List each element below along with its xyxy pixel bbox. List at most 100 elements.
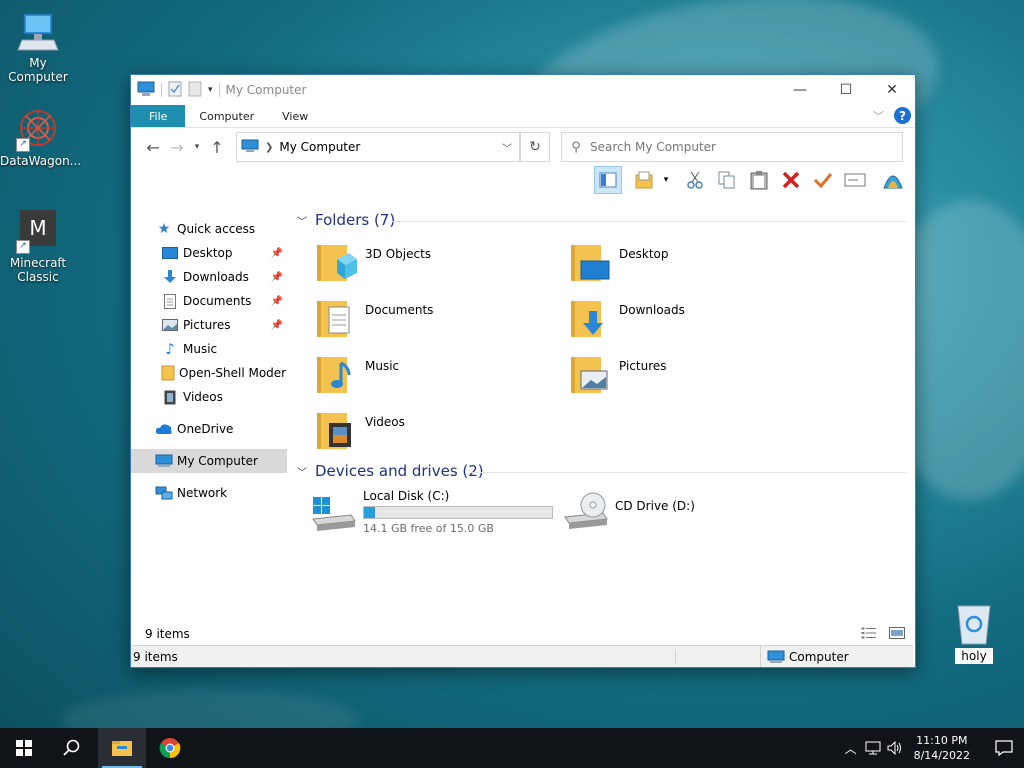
tiles-view-icon — [889, 627, 905, 639]
separator — [161, 83, 162, 97]
folder-name: 3D Objects — [365, 247, 432, 261]
cd-drive-icon — [563, 489, 609, 531]
nav-music[interactable]: ♪ Music — [131, 337, 287, 361]
address-bar[interactable]: ❯ My Computer ﹀ — [236, 132, 520, 162]
drive-info: Local Disk (C:) 14.1 GB free of 15.0 GB — [363, 489, 553, 535]
desktop-icon-my-computer[interactable]: My Computer — [0, 10, 76, 84]
expand-ribbon-icon[interactable]: ﹀ — [873, 108, 884, 124]
folder-downloads[interactable]: Downloads — [569, 297, 685, 339]
pin-icon[interactable]: 📌 — [271, 248, 283, 259]
tab-file[interactable]: File — [131, 105, 186, 127]
customize-qat-icon[interactable]: ▾ — [208, 85, 213, 95]
desktop-icon-minecraft[interactable]: M ↗ Minecraft Classic — [0, 210, 76, 284]
open-button[interactable] — [631, 166, 659, 194]
downloads-folder-icon — [569, 297, 611, 339]
minecraft-icon: M ↗ — [16, 210, 60, 254]
shortcut-arrow-icon: ↗ — [16, 240, 30, 254]
nav-onedrive[interactable]: OneDrive — [131, 417, 287, 441]
maximize-button[interactable]: ☐ — [823, 75, 869, 105]
nav-quick-access[interactable]: ★ Quick access — [131, 217, 287, 241]
tab-view[interactable]: View — [268, 105, 322, 127]
search-input[interactable]: ⚲ Search My Computer — [561, 132, 903, 162]
nav-open-shell-modern[interactable]: Open-Shell Modern — [131, 361, 287, 385]
taskbar-chrome[interactable] — [146, 728, 194, 768]
folder-documents[interactable]: Documents — [315, 297, 433, 339]
folder-music[interactable]: Music — [315, 353, 399, 395]
nav-network[interactable]: Network — [131, 481, 287, 505]
details-view-icon — [861, 627, 876, 639]
item-count: 9 items — [145, 627, 190, 641]
folder-videos[interactable]: Videos — [315, 409, 405, 451]
search-button[interactable] — [48, 728, 96, 768]
title-bar[interactable]: ▾ My Computer — ☐ ✕ — [131, 75, 915, 105]
breadcrumb-chevron-icon[interactable]: ❯ — [265, 142, 273, 153]
navigation-pane-button[interactable] — [594, 166, 622, 194]
rename-icon — [844, 173, 866, 187]
desktop-icon-label: DataWagon... — [0, 154, 82, 168]
drive-local-disk-c[interactable]: Local Disk (C:) 14.1 GB free of 15.0 GB — [311, 489, 553, 535]
cut-button[interactable] — [681, 166, 709, 194]
nav-label: Network — [177, 486, 228, 500]
rename-button[interactable] — [841, 166, 869, 194]
breadcrumb[interactable]: My Computer — [279, 140, 495, 154]
recent-locations-button[interactable]: ▾ — [189, 142, 205, 152]
datawagon-icon: ↗ — [16, 108, 60, 152]
nav-downloads[interactable]: Downloads 📌 — [131, 265, 287, 289]
collapse-chevron-icon[interactable]: ﹀ — [297, 213, 307, 228]
back-button[interactable]: ← — [141, 138, 165, 157]
tab-computer[interactable]: Computer — [185, 105, 268, 127]
copy-button[interactable] — [713, 166, 741, 194]
folder-desktop[interactable]: Desktop — [569, 241, 669, 283]
pin-icon[interactable]: 📌 — [271, 296, 283, 307]
nav-label: Pictures — [183, 318, 231, 332]
file-explorer-icon — [112, 741, 132, 756]
forward-button[interactable]: → — [165, 138, 189, 157]
taskbar: ︿ 11:10 PM 8/14/2022 — [0, 728, 1024, 768]
paste-icon — [750, 171, 768, 190]
clock-time: 11:10 PM — [916, 734, 968, 747]
group-header-devices[interactable]: ﹀ Devices and drives (2) — [297, 462, 484, 480]
clock[interactable]: 11:10 PM 8/14/2022 — [914, 733, 970, 763]
help-icon[interactable]: ? — [894, 107, 911, 124]
large-icons-view-button[interactable] — [889, 627, 905, 642]
group-header-folders[interactable]: ﹀ Folders (7) — [297, 211, 395, 229]
show-hidden-icons-chevron-icon[interactable]: ︿ — [840, 740, 862, 757]
pin-icon[interactable]: 📌 — [271, 272, 283, 283]
minimize-button[interactable]: — — [777, 75, 823, 105]
action-center-button[interactable] — [984, 740, 1024, 756]
properties-button[interactable] — [809, 166, 837, 194]
music-note-icon: ♪ — [165, 340, 175, 358]
close-button[interactable]: ✕ — [869, 75, 915, 105]
open-shell-button[interactable] — [879, 166, 907, 194]
nav-desktop[interactable]: Desktop 📌 — [131, 241, 287, 265]
address-dropdown-icon[interactable]: ﹀ — [495, 140, 519, 155]
folder-name: Pictures — [619, 359, 667, 373]
pin-icon[interactable]: 📌 — [271, 320, 283, 331]
up-button[interactable]: ↑ — [205, 138, 229, 157]
refresh-button[interactable]: ↻ — [520, 132, 550, 162]
open-dropdown-icon[interactable]: ▾ — [659, 166, 673, 194]
document-icon — [161, 293, 179, 309]
desktop-icon-datawagon[interactable]: ↗ DataWagon... — [0, 108, 82, 168]
nav-documents[interactable]: Documents 📌 — [131, 289, 287, 313]
details-view-button[interactable] — [861, 627, 877, 642]
notification-icon — [995, 740, 1013, 756]
start-button[interactable] — [0, 728, 48, 768]
folder-3d-objects[interactable]: 3D Objects — [315, 241, 431, 283]
nav-pictures[interactable]: Pictures 📌 — [131, 313, 287, 337]
desktop-icon-recycle-bin[interactable]: holy — [936, 602, 1012, 664]
nav-videos[interactable]: Videos — [131, 385, 287, 409]
drive-cd-d[interactable]: CD Drive (D:) — [563, 489, 695, 531]
network-tray-icon[interactable] — [862, 741, 884, 755]
new-folder-icon[interactable] — [188, 81, 202, 100]
nav-my-computer[interactable]: My Computer — [131, 449, 287, 473]
paste-button[interactable] — [745, 166, 773, 194]
taskbar-file-explorer[interactable] — [98, 728, 146, 768]
folder-pictures[interactable]: Pictures — [569, 353, 667, 395]
properties-icon[interactable] — [168, 81, 182, 100]
volume-icon[interactable] — [884, 741, 906, 755]
collapse-chevron-icon[interactable]: ﹀ — [297, 464, 307, 479]
content-pane: ﹀ Folders (7) 3D Objects Desktop Documen… — [291, 203, 911, 623]
delete-button[interactable] — [777, 166, 805, 194]
pane-icon — [599, 172, 617, 188]
